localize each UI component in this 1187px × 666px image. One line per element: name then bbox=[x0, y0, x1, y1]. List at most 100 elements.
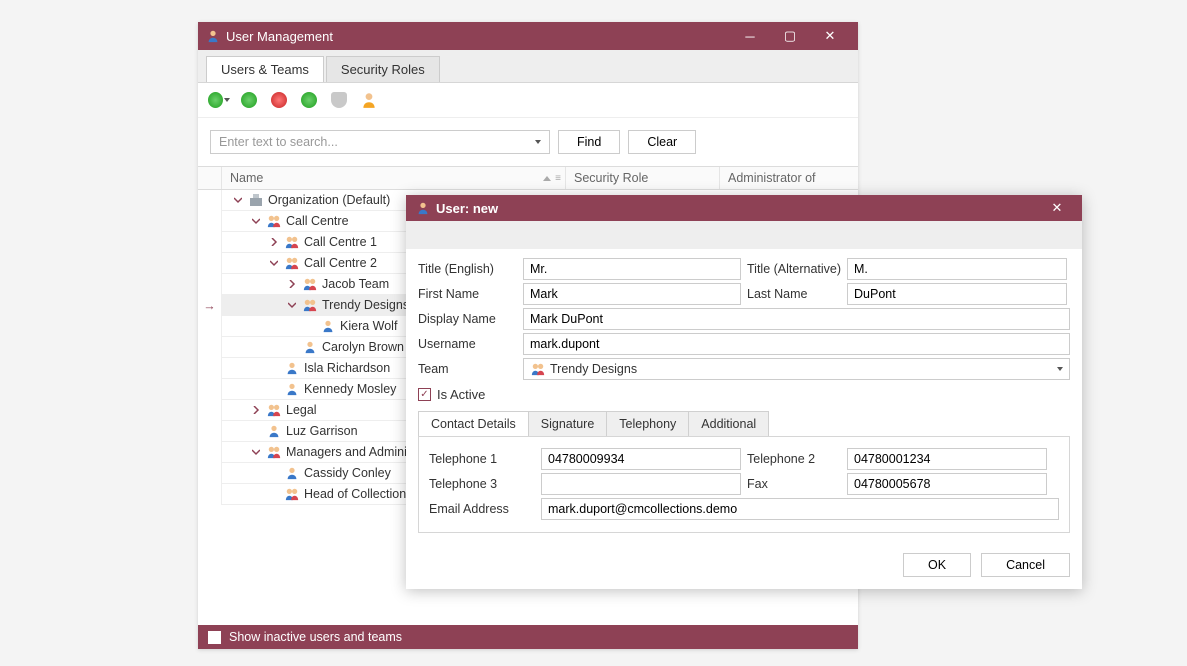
cancel-button[interactable]: Cancel bbox=[981, 553, 1070, 577]
user-icon bbox=[302, 339, 318, 355]
select-team[interactable]: Trendy Designs bbox=[523, 358, 1070, 380]
team-value: Trendy Designs bbox=[550, 362, 637, 376]
tree-expander[interactable] bbox=[268, 362, 280, 374]
tree-expander[interactable] bbox=[232, 194, 244, 206]
add-button[interactable] bbox=[208, 89, 230, 111]
tree-expander[interactable] bbox=[268, 236, 280, 248]
label-is-active: Is Active bbox=[437, 387, 485, 402]
label-username: Username bbox=[418, 337, 523, 351]
team-icon bbox=[302, 297, 318, 313]
input-username[interactable] bbox=[523, 333, 1070, 355]
tree-label: Kennedy Mosley bbox=[304, 382, 402, 396]
user-icon bbox=[320, 318, 336, 334]
column-name[interactable]: Name ≡ bbox=[222, 167, 566, 189]
shield-button[interactable] bbox=[328, 89, 350, 111]
team-icon bbox=[284, 255, 300, 271]
input-telephone2[interactable] bbox=[847, 448, 1047, 470]
tree-label: Cassidy Conley bbox=[304, 466, 397, 480]
label-telephone3: Telephone 3 bbox=[429, 477, 541, 491]
show-inactive-label: Show inactive users and teams bbox=[229, 630, 402, 644]
chevron-down-icon bbox=[535, 140, 541, 144]
tree-expander[interactable] bbox=[250, 425, 262, 437]
input-first-name[interactable] bbox=[523, 283, 741, 305]
label-title-en: Title (English) bbox=[418, 262, 523, 276]
find-button[interactable]: Find bbox=[558, 130, 620, 154]
maximize-button[interactable]: ▢ bbox=[770, 25, 810, 47]
tree-label: Call Centre bbox=[286, 214, 355, 228]
contact-details-panel: Telephone 1 Telephone 2 Telephone 3 Fax … bbox=[418, 437, 1070, 533]
input-telephone3[interactable] bbox=[541, 473, 741, 495]
tree-label: Call Centre 2 bbox=[304, 256, 383, 270]
user-icon bbox=[284, 381, 300, 397]
app-icon bbox=[206, 29, 220, 43]
user-icon bbox=[266, 423, 282, 439]
user-button[interactable] bbox=[358, 89, 380, 111]
tree-expander[interactable] bbox=[286, 299, 298, 311]
column-security-role[interactable]: Security Role bbox=[566, 167, 720, 189]
team-icon bbox=[266, 402, 282, 418]
window-title: User Management bbox=[226, 29, 730, 44]
close-button[interactable]: ✕ bbox=[810, 25, 850, 47]
refresh-button[interactable] bbox=[298, 89, 320, 111]
dialog-close-button[interactable]: ✕ bbox=[1042, 200, 1072, 216]
clear-button[interactable]: Clear bbox=[628, 130, 696, 154]
tree-label: Trendy Designs bbox=[322, 298, 415, 312]
input-last-name[interactable] bbox=[847, 283, 1067, 305]
tree-expander[interactable] bbox=[268, 467, 280, 479]
sub-tab-telephony[interactable]: Telephony bbox=[606, 411, 689, 436]
user-icon bbox=[284, 360, 300, 376]
team-icon bbox=[530, 362, 546, 376]
tree-expander[interactable] bbox=[268, 383, 280, 395]
label-first-name: First Name bbox=[418, 287, 523, 301]
is-active-checkbox[interactable]: ✓ bbox=[418, 388, 431, 401]
chevron-down-icon bbox=[1057, 367, 1063, 371]
input-title-alt[interactable] bbox=[847, 258, 1067, 280]
column-administrator-of[interactable]: Administrator of bbox=[720, 167, 858, 189]
delete-button[interactable] bbox=[268, 89, 290, 111]
tree-label: Call Centre 1 bbox=[304, 235, 383, 249]
sub-tab-additional[interactable]: Additional bbox=[688, 411, 769, 436]
sub-tab-contact-details[interactable]: Contact Details bbox=[418, 411, 529, 436]
tree-expander[interactable] bbox=[304, 320, 316, 332]
tree-expander[interactable] bbox=[268, 257, 280, 269]
input-display-name[interactable] bbox=[523, 308, 1070, 330]
tree-expander[interactable] bbox=[286, 341, 298, 353]
label-telephone2: Telephone 2 bbox=[741, 452, 847, 466]
tree-expander[interactable] bbox=[250, 446, 262, 458]
tab-security-roles[interactable]: Security Roles bbox=[326, 56, 440, 82]
org-icon bbox=[248, 192, 264, 208]
input-telephone1[interactable] bbox=[541, 448, 741, 470]
tree-expander[interactable] bbox=[286, 278, 298, 290]
label-title-alt: Title (Alternative) bbox=[741, 262, 847, 276]
input-fax[interactable] bbox=[847, 473, 1047, 495]
window-titlebar: User Management ─ ▢ ✕ bbox=[198, 22, 858, 50]
label-telephone1: Telephone 1 bbox=[429, 452, 541, 466]
tree-expander[interactable] bbox=[268, 488, 280, 500]
tree-label: Legal bbox=[286, 403, 323, 417]
input-title-en[interactable] bbox=[523, 258, 741, 280]
show-inactive-checkbox[interactable] bbox=[208, 631, 221, 644]
sub-tab-signature[interactable]: Signature bbox=[528, 411, 608, 436]
search-input[interactable]: Enter text to search... bbox=[210, 130, 550, 154]
user-dialog: User: new ✕ Title (English) Title (Alter… bbox=[406, 195, 1082, 589]
tree-label: Kiera Wolf bbox=[340, 319, 403, 333]
tree-label: Jacob Team bbox=[322, 277, 395, 291]
user-icon bbox=[284, 465, 300, 481]
search-placeholder: Enter text to search... bbox=[219, 135, 338, 149]
team-icon bbox=[266, 213, 282, 229]
minimize-button[interactable]: ─ bbox=[730, 25, 770, 47]
main-tabbar: Users & Teams Security Roles bbox=[198, 50, 858, 83]
tree-expander[interactable] bbox=[250, 215, 262, 227]
dialog-sub-tabs: Contact Details Signature Telephony Addi… bbox=[418, 411, 1070, 437]
input-email[interactable] bbox=[541, 498, 1059, 520]
label-last-name: Last Name bbox=[741, 287, 847, 301]
label-team: Team bbox=[418, 362, 523, 376]
team-icon bbox=[266, 444, 282, 460]
tree-label: Head of Collections bbox=[304, 487, 418, 501]
dialog-title: User: new bbox=[436, 201, 1042, 216]
edit-button[interactable] bbox=[238, 89, 260, 111]
ok-button[interactable]: OK bbox=[903, 553, 971, 577]
tree-expander[interactable] bbox=[250, 404, 262, 416]
tab-users-teams[interactable]: Users & Teams bbox=[206, 56, 324, 82]
search-row: Enter text to search... Find Clear bbox=[198, 118, 858, 166]
